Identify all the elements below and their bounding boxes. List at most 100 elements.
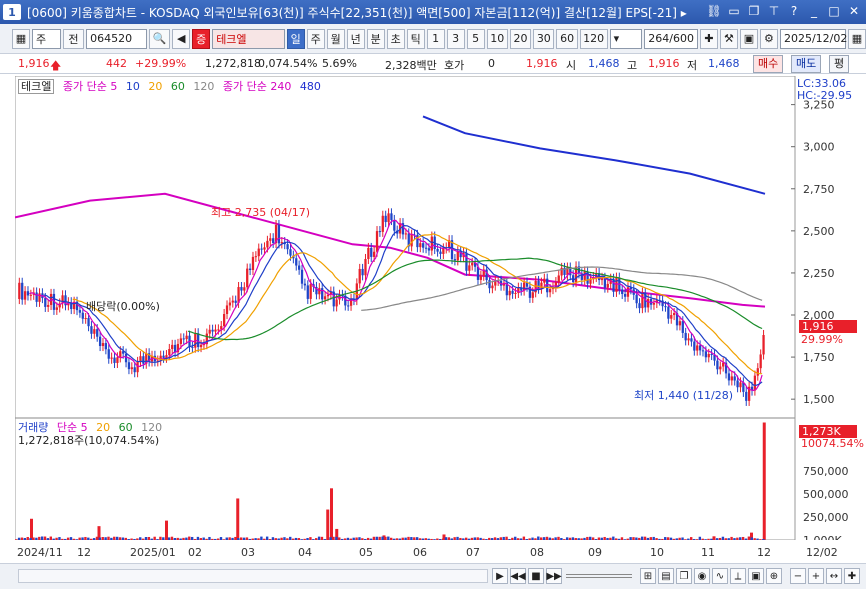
type-select[interactable]: 주 bbox=[32, 28, 61, 49]
low-label: 저 bbox=[687, 59, 698, 72]
crosshair-icon[interactable]: ✚ bbox=[699, 28, 718, 49]
minimize-icon[interactable]: _ bbox=[806, 3, 822, 19]
volume-bar bbox=[652, 536, 655, 540]
buy-button[interactable]: 매수 bbox=[753, 55, 784, 73]
pin-icon[interactable]: ⊤ bbox=[766, 3, 782, 19]
chart-layout-icon[interactable]: ⊞ bbox=[640, 568, 656, 584]
volume-bar bbox=[505, 536, 508, 540]
volume-bar bbox=[95, 536, 99, 540]
candle-body bbox=[211, 329, 214, 332]
volume-bar bbox=[190, 536, 194, 540]
close-icon[interactable]: ✕ bbox=[846, 3, 862, 19]
volume-bar bbox=[597, 537, 601, 540]
volume-bar bbox=[441, 538, 445, 540]
stock-badge: 증 bbox=[192, 28, 211, 49]
volume-bar bbox=[450, 538, 453, 540]
up-arrow-icon: 🡅 bbox=[50, 59, 62, 72]
interval-60[interactable]: 60 bbox=[556, 28, 578, 49]
candle-body bbox=[367, 247, 370, 260]
candle-body bbox=[606, 283, 609, 288]
stop-icon[interactable]: ■ bbox=[528, 568, 544, 584]
count-field[interactable]: 264/600 bbox=[644, 28, 698, 49]
volume-bar bbox=[55, 537, 58, 540]
speed-slider[interactable] bbox=[566, 574, 632, 578]
forward-icon[interactable]: ▶▶ bbox=[546, 568, 562, 584]
indicator-icon[interactable]: ∿ bbox=[712, 568, 728, 584]
volume-bar bbox=[141, 538, 145, 540]
volume-bar bbox=[248, 538, 252, 540]
interval-select[interactable]: ▾ bbox=[609, 28, 643, 49]
candle-body bbox=[678, 321, 682, 326]
tool-icon[interactable]: ⚒ bbox=[719, 28, 738, 49]
table-icon[interactable]: ▤ bbox=[658, 568, 674, 584]
period-month[interactable]: 월 bbox=[326, 28, 345, 49]
search-icon[interactable]: 🔍 bbox=[149, 28, 171, 49]
candle-body bbox=[165, 355, 168, 358]
interval-10[interactable]: 10 bbox=[486, 28, 508, 49]
eval-button[interactable]: 평 bbox=[829, 55, 850, 73]
rewind-icon[interactable]: ◀◀ bbox=[510, 568, 526, 584]
camera-icon[interactable]: ◉ bbox=[694, 568, 710, 584]
period-year[interactable]: 년 bbox=[346, 28, 365, 49]
interval-5[interactable]: 5 bbox=[466, 28, 485, 49]
candle-body bbox=[179, 338, 183, 344]
period-tick[interactable]: 틱 bbox=[406, 28, 425, 49]
plus-icon[interactable]: + bbox=[808, 568, 824, 584]
zoom-icon[interactable]: ⊕ bbox=[766, 568, 782, 584]
reset-icon[interactable]: ↔ bbox=[826, 568, 842, 584]
period-minute[interactable]: 분 bbox=[366, 28, 385, 49]
x-label: 07 bbox=[466, 546, 480, 559]
volume-bar bbox=[560, 537, 563, 540]
link-icon[interactable]: ⛓ bbox=[706, 3, 722, 19]
capture-icon[interactable]: ▣ bbox=[748, 568, 764, 584]
volume-bar bbox=[211, 538, 214, 540]
interval-3[interactable]: 3 bbox=[446, 28, 465, 49]
maximize-icon[interactable]: □ bbox=[826, 3, 842, 19]
interval-120[interactable]: 120 bbox=[579, 28, 608, 49]
interval-30[interactable]: 30 bbox=[533, 28, 555, 49]
restore-window-icon[interactable]: ❐ bbox=[746, 3, 762, 19]
volume-bar bbox=[26, 536, 29, 540]
sell-button[interactable]: 매도 bbox=[791, 55, 822, 73]
settings-icon[interactable]: ⚙ bbox=[759, 28, 778, 49]
speaker-icon[interactable]: ◀ bbox=[172, 28, 191, 49]
candle-body bbox=[208, 329, 211, 334]
copy-icon[interactable]: ❐ bbox=[676, 568, 692, 584]
mode-select[interactable]: 전 bbox=[62, 28, 85, 49]
save-icon[interactable]: ▣ bbox=[739, 28, 758, 49]
volume-bar bbox=[540, 537, 543, 540]
print-icon[interactable]: ▭ bbox=[726, 3, 742, 19]
volume-bar bbox=[401, 537, 404, 540]
volume-bar bbox=[176, 537, 179, 540]
interval-20[interactable]: 20 bbox=[509, 28, 532, 49]
candle-body bbox=[90, 326, 93, 334]
volume-bar bbox=[623, 539, 627, 540]
interval-1[interactable]: 1 bbox=[426, 28, 445, 49]
ruler-icon[interactable]: ⟂ bbox=[730, 568, 746, 584]
stock-name-field[interactable]: 테크엘 bbox=[212, 28, 285, 49]
stock-code-input[interactable]: 064520 bbox=[86, 28, 148, 49]
play-icon[interactable]: ▶ bbox=[492, 568, 508, 584]
legend-ma10: 10 bbox=[125, 80, 140, 93]
candle-body bbox=[378, 231, 382, 233]
calendar-icon[interactable]: ▦ bbox=[847, 28, 866, 49]
volume-bar bbox=[104, 537, 107, 540]
chart-scrollbar[interactable] bbox=[18, 569, 488, 583]
volume-bar bbox=[208, 536, 211, 540]
period-second[interactable]: 초 bbox=[386, 28, 405, 49]
candle-body bbox=[390, 213, 393, 220]
date-field[interactable]: 2025/12/02 bbox=[779, 28, 847, 49]
help-icon[interactable]: ? bbox=[786, 3, 802, 19]
minus-icon[interactable]: − bbox=[790, 568, 806, 584]
cross-icon[interactable]: ✚ bbox=[844, 568, 860, 584]
turnover-rate: 5.69% bbox=[322, 57, 357, 70]
legend-ma60: 60 bbox=[170, 80, 185, 93]
volume-tick-label: 1,000K bbox=[803, 534, 842, 540]
period-week[interactable]: 주 bbox=[306, 28, 325, 49]
period-day[interactable]: 일 bbox=[286, 28, 305, 49]
candle-body bbox=[191, 346, 194, 348]
volume-bar bbox=[369, 538, 373, 540]
candle-body bbox=[704, 351, 708, 358]
grid-icon[interactable]: ▦ bbox=[12, 28, 30, 49]
volume-bar bbox=[580, 538, 583, 540]
